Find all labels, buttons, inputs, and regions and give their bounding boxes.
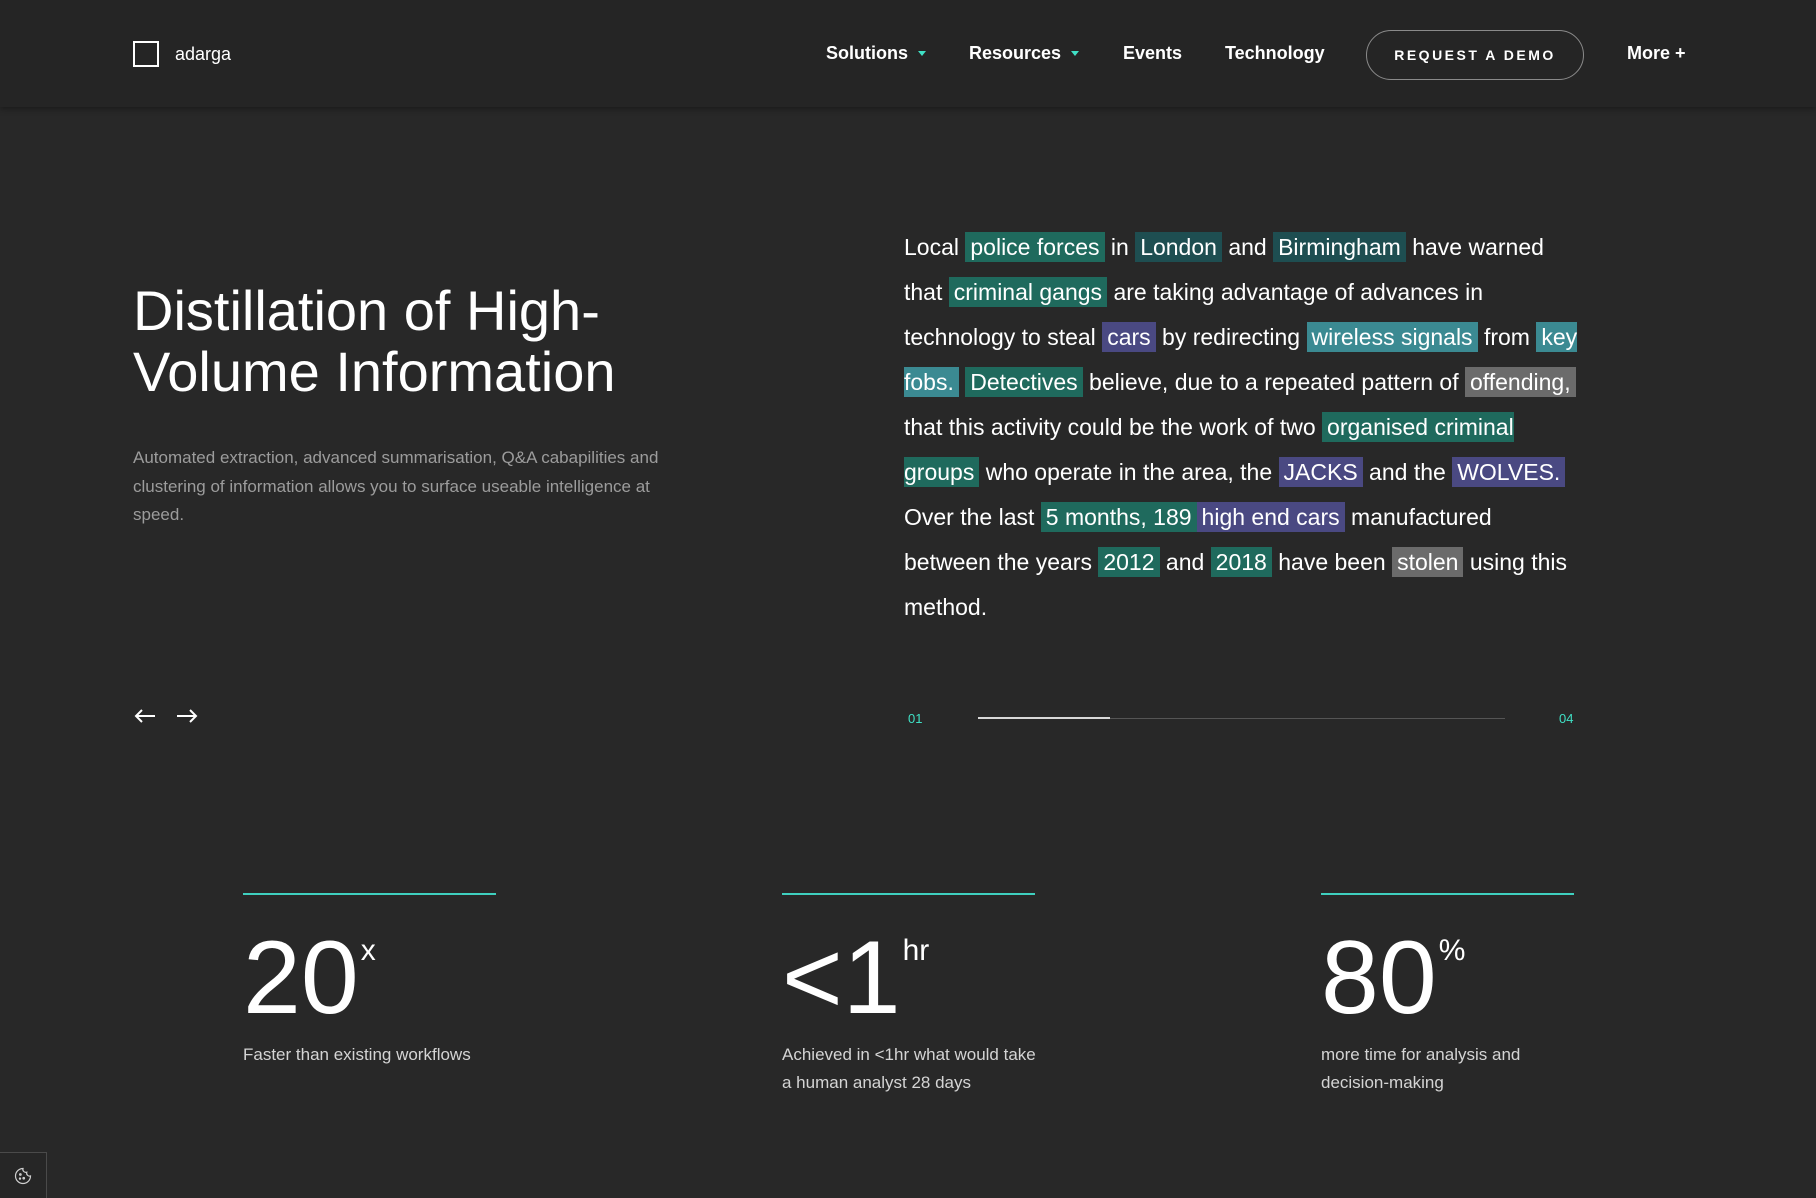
stat-description: Faster than existing workflows <box>243 1045 471 1064</box>
stat-value: 80 % <box>1321 920 1581 1036</box>
passage-text: from <box>1477 324 1537 350</box>
entity-highlight: JACKS <box>1278 457 1363 487</box>
nav-events[interactable]: Events <box>1123 43 1182 64</box>
passage-text: in <box>1104 234 1136 260</box>
request-demo-button[interactable]: REQUEST A DEMO <box>1366 30 1584 80</box>
slide-progress[interactable] <box>978 717 1505 719</box>
stat-card: <1 hr Achieved in <1hr what would take a… <box>782 893 1042 1097</box>
passage-text: and <box>1221 234 1274 260</box>
stat-number: 20 <box>243 920 359 1036</box>
entity-highlight: offending, <box>1464 367 1576 397</box>
nav-technology-label: Technology <box>1225 43 1325 63</box>
passage-text: and the <box>1362 459 1453 485</box>
entity-highlight: police forces <box>965 232 1105 262</box>
stat-card: 80 % more time for analysis and decision… <box>1321 893 1581 1097</box>
entity-highlight: WOLVES. <box>1452 457 1566 487</box>
caret-down-icon <box>1071 51 1080 56</box>
passage-text: Over the last <box>904 504 1041 530</box>
stat-value: <1 hr <box>782 920 1042 1036</box>
stat-description: more time for analysis and decision-maki… <box>1321 1045 1521 1092</box>
stat-suffix: % <box>1438 934 1466 967</box>
page-title: Distillation of High-Volume Information <box>133 279 616 403</box>
passage-text: that this activity could be the work of … <box>904 414 1323 440</box>
entity-highlight: wireless signals <box>1306 322 1478 352</box>
nav-more-label: More + <box>1627 43 1686 63</box>
hero-description: Automated extraction, advanced summarisa… <box>133 448 659 524</box>
passage-text: who operate in the area, the <box>979 459 1279 485</box>
nav-resources[interactable]: Resources <box>969 43 1080 64</box>
stat-number: 80 <box>1321 920 1437 1036</box>
entity-highlight: stolen <box>1392 547 1464 577</box>
stat-value: 20 x <box>243 920 503 1036</box>
arrow-right-icon[interactable] <box>175 704 199 728</box>
passage-text: and <box>1159 549 1211 575</box>
stat-card: 20 x Faster than existing workflows <box>243 893 503 1069</box>
nav-events-label: Events <box>1123 43 1183 63</box>
entity-highlight: 2012 <box>1098 547 1160 577</box>
entity-highlight: Birmingham <box>1273 232 1406 262</box>
stat-divider <box>1321 893 1574 895</box>
passage-text: Local <box>904 234 966 260</box>
nav-resources-label: Resources <box>969 43 1062 63</box>
entity-highlight: 5 months, 189 <box>1040 502 1197 532</box>
site-header: adarga Solutions Resources Events Techno… <box>0 0 1816 107</box>
entity-highlight: 2018 <box>1210 547 1272 577</box>
stat-suffix: hr <box>902 934 930 967</box>
slide-current: 01 <box>908 711 923 726</box>
cookie-settings-button[interactable] <box>0 1152 47 1198</box>
stat-description: Achieved in <1hr what would take a human… <box>782 1045 1036 1092</box>
entity-highlight: criminal gangs <box>948 277 1108 307</box>
passage-text: by redirecting <box>1155 324 1307 350</box>
entity-highlight: London <box>1135 232 1222 262</box>
cookie-icon <box>14 1167 32 1184</box>
arrow-left-icon[interactable] <box>133 704 157 728</box>
stat-suffix: x <box>360 934 376 967</box>
nav-technology[interactable]: Technology <box>1225 43 1325 64</box>
highlighted-passage: Local police forces in London and Birmin… <box>904 225 1584 630</box>
slide-total: 04 <box>1559 711 1574 726</box>
nav-solutions[interactable]: Solutions <box>826 43 926 64</box>
entity-highlight: high end cars <box>1196 502 1345 532</box>
nav-more[interactable]: More + <box>1627 43 1686 64</box>
stat-number: <1 <box>782 920 901 1036</box>
passage-text: believe, due to a repeated pattern of <box>1082 369 1465 395</box>
stat-divider <box>782 893 1035 895</box>
square-logo-icon <box>133 41 159 67</box>
entity-highlight: cars <box>1102 322 1156 352</box>
logo[interactable]: adarga <box>133 41 231 67</box>
nav-solutions-label: Solutions <box>826 43 908 63</box>
caret-down-icon <box>918 51 926 56</box>
logo-text: adarga <box>175 43 232 64</box>
stat-divider <box>243 893 496 895</box>
entity-highlight: Detectives <box>965 367 1083 397</box>
passage-text: have been <box>1271 549 1393 575</box>
slide-progress-fill <box>978 717 1110 719</box>
